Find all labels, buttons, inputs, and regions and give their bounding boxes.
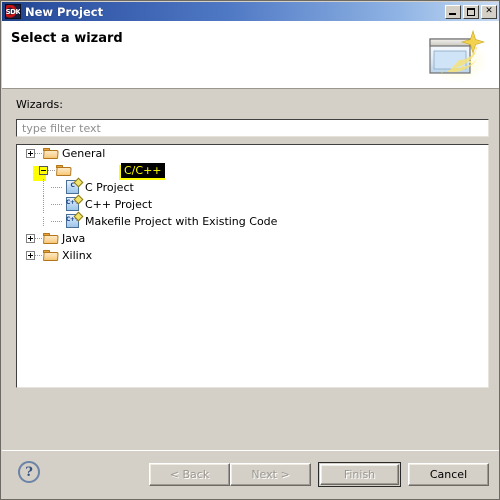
help-icon-glyph: ? bbox=[25, 464, 33, 480]
folder-icon bbox=[43, 232, 59, 245]
help-icon[interactable]: ? bbox=[18, 461, 40, 483]
sdk-icon: SDK bbox=[5, 4, 21, 19]
wizards-label: Wizards: bbox=[16, 98, 63, 111]
cancel-button[interactable]: Cancel bbox=[408, 463, 489, 486]
sdk-icon-label: SDK bbox=[5, 7, 21, 16]
minimize-button[interactable] bbox=[445, 4, 461, 19]
expand-icon[interactable] bbox=[26, 234, 35, 243]
tree-item-c-cpp[interactable]: C/C++ bbox=[17, 162, 488, 181]
filter-placeholder: type filter text bbox=[22, 121, 101, 135]
tree-connector bbox=[49, 213, 65, 230]
tree-connector bbox=[35, 247, 43, 264]
dialog-footer: ? < Back Next > Finish Cancel bbox=[2, 450, 499, 499]
tree-connector bbox=[49, 179, 65, 196]
tree-connector bbox=[49, 196, 65, 213]
tree-item-cpp-project[interactable]: C++ C++ Project bbox=[17, 194, 488, 213]
tree-item-label: C/C++ bbox=[121, 163, 165, 178]
tree-item-label: C++ Project bbox=[85, 198, 153, 211]
tree-item-xilinx[interactable]: Xilinx bbox=[17, 247, 488, 264]
tree-item-c-project[interactable]: C C Project bbox=[17, 177, 488, 196]
expand-icon[interactable] bbox=[26, 251, 35, 260]
tree-item-label: Java bbox=[62, 232, 86, 245]
finish-button-frame: Finish bbox=[318, 462, 401, 487]
folder-icon bbox=[43, 147, 59, 160]
tree-item-label: Makefile Project with Existing Code bbox=[85, 215, 278, 228]
tree-item-label: General bbox=[62, 147, 106, 160]
tree-item-label: Xilinx bbox=[62, 249, 93, 262]
new-project-dialog: SDK New Project ✕ Select a wizard Wizard… bbox=[0, 0, 500, 500]
title-bar: SDK New Project ✕ bbox=[2, 2, 499, 21]
tree-item-label: C Project bbox=[85, 181, 134, 194]
tree-connector bbox=[43, 217, 44, 226]
close-button[interactable]: ✕ bbox=[481, 4, 497, 19]
page-title: Select a wizard bbox=[11, 31, 123, 46]
tree-connector bbox=[35, 145, 43, 162]
tree-item-java[interactable]: Java bbox=[17, 230, 488, 247]
dialog-header: Select a wizard bbox=[2, 21, 499, 89]
folder-icon bbox=[43, 249, 59, 262]
collapse-icon[interactable] bbox=[39, 166, 48, 175]
makefile-project-icon: C++ bbox=[65, 211, 84, 229]
next-button[interactable]: Next > bbox=[230, 463, 311, 486]
tree-item-general[interactable]: General bbox=[17, 145, 488, 162]
tree-connector bbox=[35, 230, 43, 247]
tree-connector bbox=[43, 179, 44, 196]
filter-input[interactable]: type filter text bbox=[16, 119, 489, 137]
maximize-button[interactable] bbox=[463, 4, 479, 19]
tree-item-makefile-project[interactable]: C++ Makefile Project with Existing Code bbox=[17, 211, 488, 230]
wizard-window-sparkle-icon bbox=[428, 29, 488, 83]
tree-connector bbox=[43, 196, 44, 213]
back-button[interactable]: < Back bbox=[149, 463, 230, 486]
wizards-tree[interactable]: General C/C++ C C Project C++ C++ Projec… bbox=[16, 144, 489, 388]
window-controls: ✕ bbox=[445, 4, 497, 19]
dialog-body: Wizards: type filter text General C/C++ bbox=[2, 90, 499, 450]
finish-button[interactable]: Finish bbox=[320, 464, 399, 485]
folder-icon bbox=[56, 164, 72, 177]
expand-icon[interactable] bbox=[26, 149, 35, 158]
window-title: New Project bbox=[25, 4, 104, 19]
cpp-project-icon: C++ bbox=[65, 194, 84, 212]
tree-connector bbox=[48, 162, 56, 179]
button-row: < Back Next > Finish Cancel bbox=[149, 462, 489, 487]
c-project-icon: C bbox=[65, 177, 84, 195]
